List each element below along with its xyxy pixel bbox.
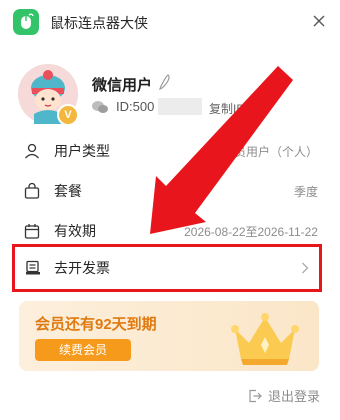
copy-id-button[interactable]: 复制ID — [209, 100, 245, 117]
logout-label: 退出登录 — [267, 389, 320, 404]
logout-button[interactable]: 退出登录 — [248, 386, 320, 405]
logout-icon — [249, 389, 262, 402]
vip-expiry-card: 会员还有92天到期 续费会员 — [19, 301, 319, 371]
plan-label: 套餐 — [54, 183, 82, 199]
app-logo-icon — [13, 9, 39, 35]
username: 微信用户 — [92, 77, 153, 94]
title-bar: 鼠标连点器大侠 — [0, 0, 340, 44]
calendar-icon — [24, 224, 40, 239]
invoice-icon — [26, 260, 40, 275]
validity-value: 2026-08-22至2026-11-22 — [184, 224, 318, 239]
invoice-label: 去开发票 — [54, 260, 110, 276]
avatar[interactable]: V — [18, 64, 79, 126]
user-type-label: 用户类型 — [54, 143, 110, 159]
vip-expiry-message: 会员还有92天到期 — [35, 316, 157, 333]
user-id: ID:500 — [116, 99, 155, 114]
vip-badge: V — [57, 104, 79, 126]
close-icon — [313, 15, 325, 27]
validity-label: 有效期 — [54, 223, 96, 239]
bag-icon — [24, 183, 40, 199]
invoice-row[interactable]: 去开发票 — [12, 244, 322, 292]
crown-icon — [231, 313, 299, 365]
chevron-right-icon — [302, 262, 309, 274]
plan-value: 季度 — [293, 184, 318, 199]
profile-section: V 微信用户 ID:500 复制ID — [0, 60, 340, 130]
edit-icon[interactable] — [158, 74, 172, 90]
plan-row: 套餐 季度 — [12, 172, 322, 210]
user-type-row: 用户类型 会员用户（个人） — [12, 132, 322, 170]
renew-membership-button[interactable]: 续费会员 — [35, 339, 131, 361]
close-button[interactable] — [310, 12, 328, 30]
wechat-icon — [92, 101, 108, 113]
user-icon — [25, 143, 39, 159]
app-title: 鼠标连点器大侠 — [50, 15, 148, 31]
id-redaction — [158, 98, 202, 115]
user-type-value: 会员用户（个人） — [221, 144, 318, 159]
